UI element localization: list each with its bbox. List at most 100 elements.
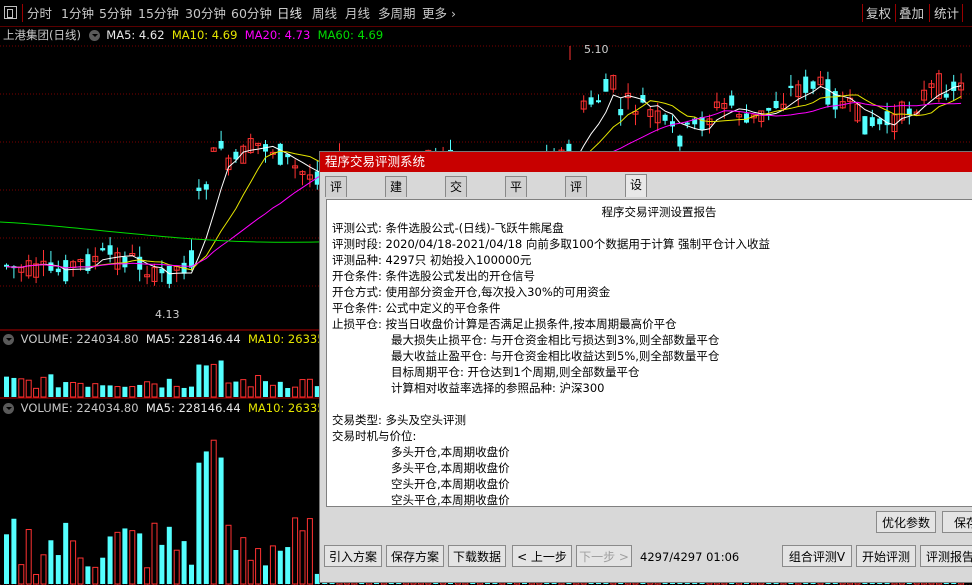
evaluation-report-button[interactable]: 评测报告 <box>920 545 972 567</box>
next-step-button[interactable]: 下一步 > <box>576 545 632 567</box>
candle-body <box>218 140 224 149</box>
candle-body <box>107 245 113 255</box>
candle-body <box>803 76 809 93</box>
candle-body <box>773 100 779 109</box>
volume-bar <box>218 457 224 584</box>
candle-body <box>596 100 601 103</box>
volume-bar <box>203 365 209 397</box>
tab-daily[interactable]: 日线 <box>277 0 302 26</box>
settings-report-text[interactable]: 程序交易评测设置报告 评测公式: 条件选股公式-(日线)-飞跃牛熊尾盘 评测时段: … <box>326 199 972 507</box>
report-line: 交易时机与价位: <box>332 429 417 443</box>
candle-body <box>63 260 69 282</box>
restore-rights-button[interactable]: 复权 <box>866 5 891 22</box>
previous-step-button[interactable]: < 上一步 <box>512 545 572 567</box>
volume-dropdown-icon[interactable] <box>3 334 14 345</box>
ma5-value: MA5: 4.62 <box>106 28 165 42</box>
candle-body <box>166 265 172 284</box>
import-plan-button[interactable]: 引入方案 <box>324 545 382 567</box>
volume-bar <box>292 386 299 398</box>
volume-bar <box>181 387 187 397</box>
toolbar-menu-icon[interactable] <box>4 6 17 19</box>
volume-bar <box>233 381 239 397</box>
report-line: 多头平仓,本周期收盘价 <box>391 461 510 475</box>
volume-bar <box>189 386 194 397</box>
download-data-button[interactable]: 下载数据 <box>448 545 506 567</box>
start-evaluation-button[interactable]: 开始评测 <box>856 545 916 567</box>
volume-bar <box>55 387 61 397</box>
candle-body <box>699 116 705 131</box>
volume-bar <box>114 531 121 585</box>
tab-settings-report[interactable]: 设置报告 <box>625 174 648 252</box>
toolbar-divider <box>22 4 23 22</box>
toolbar-divider <box>962 4 963 22</box>
volume-bar <box>122 386 128 397</box>
statistics-button[interactable]: 统计 <box>934 5 959 22</box>
candle-body <box>684 122 690 125</box>
tab-30min[interactable]: 30分钟 <box>185 0 226 26</box>
volume-bar <box>255 375 262 398</box>
tab-15min[interactable]: 15分钟 <box>138 0 179 26</box>
tab-5min[interactable]: 5分钟 <box>99 0 132 26</box>
candle-body <box>588 97 594 105</box>
tab-monthly[interactable]: 月线 <box>345 0 370 26</box>
tab-1min[interactable]: 1分钟 <box>61 0 94 26</box>
volume-bar <box>299 530 306 585</box>
volume-bar <box>218 360 224 397</box>
volume-bar <box>159 387 165 397</box>
report-line: 最大收益止盈平仓: 与开仓资金相比收益达到5%,则全部数量平仓 <box>391 349 720 363</box>
tab-instruments[interactable]: 评测品种 <box>565 176 588 254</box>
tab-formula[interactable]: 评测公式 <box>325 176 348 254</box>
volume-bar <box>25 529 32 585</box>
volume-dropdown-icon[interactable] <box>3 403 14 414</box>
candle-body <box>869 117 875 126</box>
tab-intraday[interactable]: 分时 <box>27 0 52 26</box>
volume-bar <box>85 566 91 584</box>
volume-bar <box>269 545 276 585</box>
combo-evaluation-dropdown[interactable]: 组合评测V <box>782 545 852 567</box>
report-line: 计算相对收益率选择的参照品种: 沪深300 <box>391 381 605 395</box>
volume-bar <box>144 381 151 398</box>
volume-bar <box>100 385 106 397</box>
volume-bar <box>166 526 172 584</box>
candle-body <box>603 79 609 92</box>
volume-bar <box>85 386 91 397</box>
report-line: 交易类型: 多头及空头评测 <box>332 413 467 427</box>
volume-bar <box>240 537 247 585</box>
kline-legend: 上港集团(日线) MA5: 4.62 MA10: 4.69 MA20: 4.73… <box>3 27 383 43</box>
tab-more[interactable]: 更多 <box>422 0 447 26</box>
volume-bar <box>203 451 209 584</box>
save-plan-button[interactable]: 保存方案 <box>386 545 444 567</box>
volume-bar <box>77 557 84 585</box>
volume-bar <box>166 378 172 397</box>
tab-multi-period[interactable]: 多周期 <box>378 0 416 26</box>
volume-bar <box>277 550 283 584</box>
tab-close-rules[interactable]: 平仓规则 <box>505 176 528 254</box>
report-line: 目标周期平仓: 开仓达到1个周期,则全部数量平仓 <box>391 365 640 379</box>
volume-bar <box>285 547 291 584</box>
volume-bar <box>144 567 151 585</box>
tab-weekly[interactable]: 周线 <box>312 0 337 26</box>
overlay-button[interactable]: 叠加 <box>899 5 924 22</box>
period-toolbar: 分时 1分钟 5分钟 15分钟 30分钟 60分钟 日线 周线 月线 多周期 更多 › 复权 叠加 统… <box>0 0 972 27</box>
chevron-right-icon[interactable]: › <box>451 0 456 26</box>
volume-bar <box>107 536 113 584</box>
tab-60min[interactable]: 60分钟 <box>231 0 272 26</box>
tab-trade-mode[interactable]: 交易方式 <box>445 176 468 254</box>
dialog-title[interactable]: 程序交易评测系统 <box>320 152 972 172</box>
volume-bar <box>233 549 239 584</box>
candle-body <box>48 262 54 271</box>
volume-bar <box>299 379 306 398</box>
trade-evaluation-dialog: 程序交易评测系统 评测公式 建仓规则 交易方式 平仓规则 评测品种 设置报告 程… <box>319 151 972 583</box>
volume-bar <box>137 384 143 397</box>
volume-bar <box>48 540 54 584</box>
volume-bar <box>70 540 77 585</box>
tab-open-rules[interactable]: 建仓规则 <box>385 176 408 254</box>
volume-bar <box>263 565 268 584</box>
volume-bar <box>33 573 40 585</box>
volume-bar <box>292 517 299 585</box>
volume-bar <box>63 382 69 397</box>
optimize-params-button[interactable]: 优化参数 <box>876 511 936 533</box>
legend-dropdown-icon[interactable] <box>88 30 100 41</box>
volume-bar <box>40 376 47 398</box>
save-button[interactable]: 保存方 <box>942 511 972 533</box>
